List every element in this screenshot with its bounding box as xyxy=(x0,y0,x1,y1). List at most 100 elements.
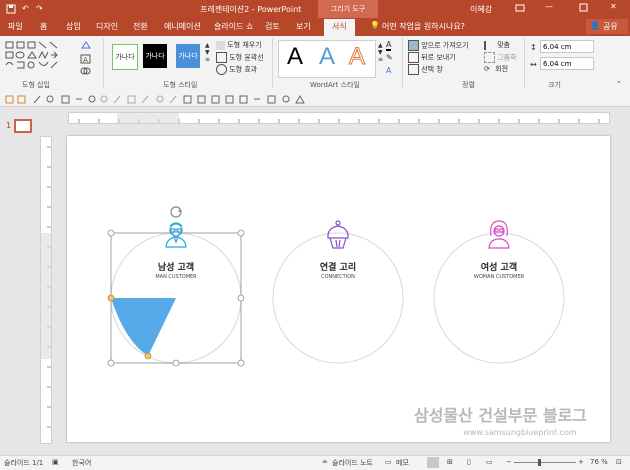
window-title: 프레젠테이션2 - PowerPoint xyxy=(200,5,302,14)
text-effects-icon[interactable]: A xyxy=(386,66,391,75)
group-label-wordart: WordArt 스타일 xyxy=(310,81,360,89)
tab-view[interactable]: 보기 xyxy=(296,21,311,32)
text-fill-icon[interactable]: A xyxy=(386,40,392,51)
redo-icon[interactable]: ↷ xyxy=(36,4,43,13)
horizontal-ruler[interactable] xyxy=(68,112,610,124)
fit-slide-icon[interactable]: ⊡ xyxy=(616,458,622,466)
wordart-scroll-icon[interactable]: ▲ ▼ ≡ xyxy=(378,42,383,63)
shapes-gallery[interactable] xyxy=(4,40,74,72)
wordart-gallery[interactable]: A A A xyxy=(278,40,376,78)
tab-format[interactable]: 서식 xyxy=(324,19,355,36)
woman-subtitle[interactable]: WOMAN CUSTOMER xyxy=(459,274,539,280)
reading-view-icon[interactable]: ▯ xyxy=(467,458,471,466)
language[interactable]: 한국어 xyxy=(72,458,91,468)
vertical-ruler[interactable] xyxy=(40,136,52,444)
height-field[interactable] xyxy=(540,40,594,53)
notes-button[interactable]: 슬라이드 노트 xyxy=(332,458,373,468)
send-backward-button[interactable]: 뒤로 보내기 xyxy=(408,52,456,63)
comments-button[interactable]: 메모 xyxy=(396,458,409,468)
zoom-in-icon[interactable]: + xyxy=(578,458,584,466)
gallery-scroll-icon[interactable]: ▲ ▼ ≡ xyxy=(205,42,210,63)
share-button[interactable]: 👤 공유 xyxy=(586,19,628,34)
slide-canvas[interactable]: 남성 고객 MAN CUSTOMER 연결 고리 CONNECTION 여성 고… xyxy=(67,136,610,442)
shape-outline-button[interactable]: 도형 윤곽선 xyxy=(216,52,264,63)
tab-slideshow[interactable]: 슬라이드 쇼 xyxy=(214,21,253,32)
text-box-icon[interactable]: A xyxy=(80,54,92,66)
cupcake-icon xyxy=(327,220,349,249)
group-label-arrange: 정렬 xyxy=(462,81,475,89)
zoom-slider-thumb[interactable] xyxy=(538,459,541,466)
ruler-ticks xyxy=(78,113,600,123)
connection-title[interactable]: 연결 고리 xyxy=(298,260,378,273)
tab-insert[interactable]: 삽입 xyxy=(66,21,81,32)
slide-info: 슬라이드 1/1 xyxy=(4,459,44,467)
group-icon xyxy=(484,52,495,63)
paint-bucket-icon xyxy=(216,40,225,50)
group-label-shape-styles: 도형 스타일 xyxy=(163,81,198,89)
collapse-ribbon-icon[interactable]: ⌃ xyxy=(616,80,622,88)
zoom-slider[interactable] xyxy=(514,462,576,463)
bring-forward-label: 앞으로 가져오기 xyxy=(421,41,469,50)
tab-transitions[interactable]: 전환 xyxy=(133,21,148,32)
minimize-icon[interactable]: — xyxy=(545,2,553,11)
slide-sorter-icon[interactable]: ⊞ xyxy=(447,458,453,466)
close-icon[interactable]: ✕ xyxy=(610,2,617,11)
shape-outline-label: 도형 윤곽선 xyxy=(229,53,264,62)
quick-style-1[interactable]: 가나다 xyxy=(112,44,138,70)
wordart-style-orange[interactable]: A xyxy=(348,43,365,71)
zoom-out-icon[interactable]: − xyxy=(506,458,512,466)
group-button[interactable]: 그룹화 xyxy=(484,52,517,63)
man-title[interactable]: 남성 고객 xyxy=(136,260,216,273)
svg-text:A: A xyxy=(83,56,88,64)
connection-subtitle[interactable]: CONNECTION xyxy=(298,274,378,280)
ribbon: A 도형 삽입 가나다 가나다 가나다 ▲ ▼ ≡ 도형 채우기 도형 윤곽선 도형… xyxy=(0,36,630,93)
watermark-url: www.samsungblueprint.com xyxy=(463,428,577,437)
restore-icon[interactable] xyxy=(578,2,588,14)
bring-forward-button[interactable]: 앞으로 가져오기 xyxy=(408,40,469,51)
man-subtitle[interactable]: MAN CUSTOMER xyxy=(136,274,216,280)
slide-thumbnail[interactable] xyxy=(14,119,32,133)
adjust-handle-2[interactable] xyxy=(144,352,152,360)
woman-title[interactable]: 여성 고객 xyxy=(459,260,539,273)
normal-view-icon[interactable] xyxy=(427,457,439,468)
save-icon[interactable] xyxy=(6,4,16,16)
width-field[interactable] xyxy=(540,57,594,70)
tab-animations[interactable]: 애니메이션 xyxy=(164,21,201,32)
zoom-level[interactable]: 76 % xyxy=(590,458,608,466)
shape-fill-button[interactable]: 도형 채우기 xyxy=(216,40,262,50)
text-outline-icon[interactable]: ✎ xyxy=(386,53,393,62)
send-backward-icon xyxy=(408,52,419,63)
undo-icon[interactable]: ↶ xyxy=(22,4,29,13)
circle-woman[interactable] xyxy=(433,232,565,364)
watermark-title: 삼성물산 건설부문 블로그 xyxy=(413,406,588,425)
tell-me-box[interactable]: 어떤 작업을 원하시나요? xyxy=(382,21,465,32)
quick-style-3[interactable]: 가나다 xyxy=(176,44,200,68)
slideshow-icon[interactable]: ▭ xyxy=(486,458,493,466)
edit-shape-icon[interactable] xyxy=(80,40,92,52)
quick-style-2[interactable]: 가나다 xyxy=(143,44,167,68)
wordart-style-black[interactable]: A xyxy=(287,43,303,71)
merge-shapes-icon[interactable] xyxy=(80,66,92,78)
quick-shape-icons[interactable] xyxy=(4,94,364,105)
ribbon-options-icon[interactable] xyxy=(515,3,525,15)
selection-pane-label: 선택 창 xyxy=(421,65,443,74)
adjust-handle-1[interactable] xyxy=(107,294,115,302)
shape-fill-label: 도형 채우기 xyxy=(227,41,262,49)
tab-file[interactable]: 파일 xyxy=(8,21,23,32)
rotate-handle-icon[interactable] xyxy=(170,206,182,218)
spellcheck-icon[interactable]: ▣ xyxy=(52,458,59,466)
group-label: 그룹화 xyxy=(497,53,517,62)
tab-design[interactable]: 디자인 xyxy=(96,21,118,32)
align-button[interactable]: 맞춤 xyxy=(484,40,510,50)
shape-effects-button[interactable]: 도형 효과 xyxy=(216,64,257,75)
selection-pane-icon xyxy=(408,64,419,75)
wordart-style-blue[interactable]: A xyxy=(319,43,335,71)
rotate-label: 회전 xyxy=(495,65,509,73)
tab-review[interactable]: 검토 xyxy=(265,21,280,32)
pie-wedge-shape[interactable] xyxy=(111,298,176,356)
selection-pane-button[interactable]: 선택 창 xyxy=(408,64,443,75)
divider xyxy=(272,38,273,88)
circle-connection[interactable] xyxy=(272,232,404,364)
rotate-button[interactable]: ⟳ 회전 xyxy=(484,64,508,74)
tab-home[interactable]: 홈 xyxy=(40,21,47,32)
